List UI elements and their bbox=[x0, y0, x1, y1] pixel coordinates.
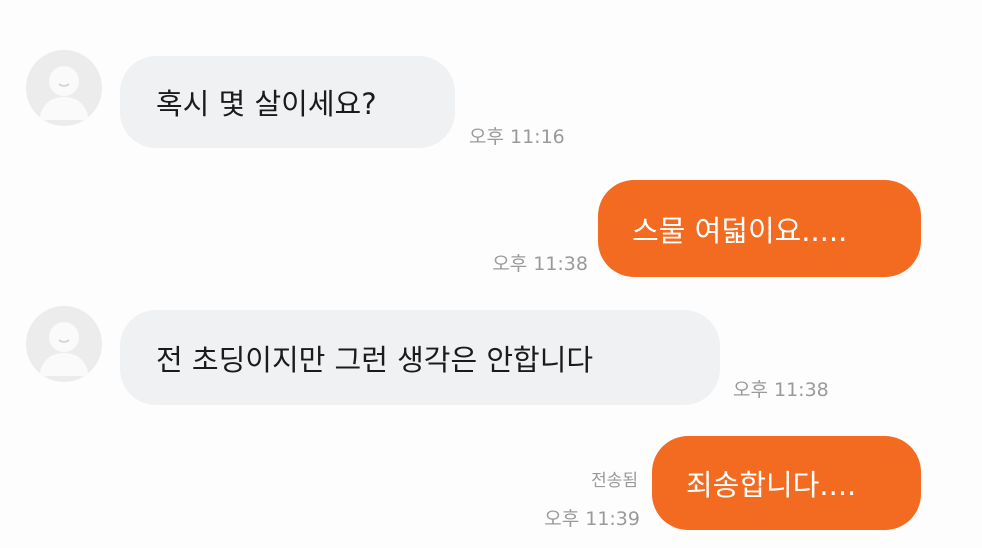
message-timestamp: 오후 11:38 bbox=[733, 379, 829, 401]
incoming-message-bubble[interactable]: 혹시 몇 살이세요? bbox=[120, 56, 455, 148]
message-text: 전 초딩이지만 그런 생각은 안합니다 bbox=[156, 342, 594, 377]
message-timestamp: 오후 11:16 bbox=[469, 126, 565, 148]
avatar-icon[interactable] bbox=[26, 306, 102, 382]
message-text: 혹시 몇 살이세요? bbox=[156, 87, 377, 121]
message-timestamp: 오후 11:38 bbox=[492, 253, 588, 275]
sent-status: 전송됨 bbox=[591, 471, 638, 491]
outgoing-message-bubble[interactable]: 죄송합니다.... bbox=[652, 436, 921, 530]
incoming-message-bubble[interactable]: 전 초딩이지만 그런 생각은 안합니다 bbox=[120, 310, 720, 405]
outgoing-message-bubble[interactable]: 스물 여덟이요..... bbox=[598, 180, 921, 277]
message-timestamp: 오후 11:39 bbox=[544, 508, 640, 530]
avatar-icon[interactable] bbox=[26, 50, 102, 126]
message-text: 스물 여덟이요..... bbox=[632, 213, 848, 248]
chat-thread: 혹시 몇 살이세요? 오후 11:16 스물 여덟이요..... 오후 11:3… bbox=[0, 0, 982, 548]
message-text: 죄송합니다.... bbox=[686, 468, 857, 502]
